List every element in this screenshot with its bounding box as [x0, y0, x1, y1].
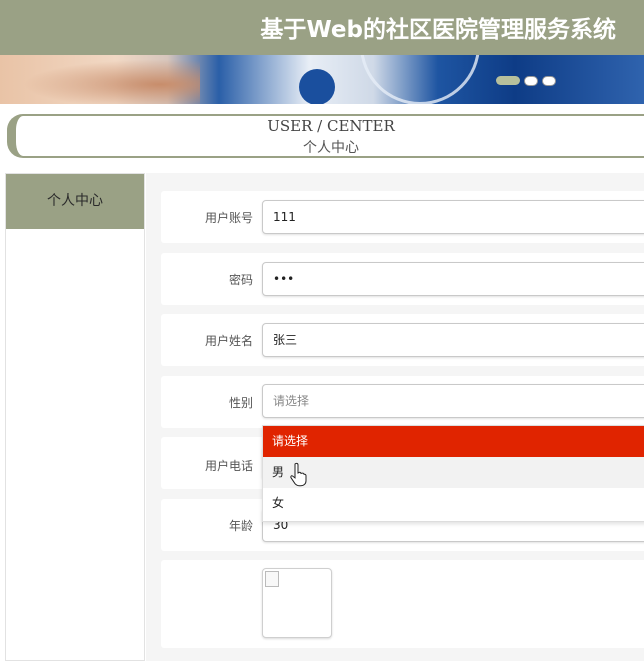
hand-cursor-icon [290, 462, 307, 487]
field-label: 用户账号 [204, 211, 253, 225]
sidebar-item-user-center[interactable]: 个人中心 [6, 174, 144, 229]
sidebar: 个人中心 [5, 173, 145, 661]
form-row-account: 用户账号 111 [161, 191, 644, 243]
gender-option[interactable]: 女 [263, 488, 644, 519]
section-title-cn: 个人中心 [303, 140, 359, 156]
field-label: 年龄 [228, 519, 253, 533]
app-header: 基于Web的社区医院管理服务系统 [0, 0, 644, 55]
form-row-password: 密码 ••• [161, 253, 644, 305]
account-input[interactable]: 111 [262, 200, 644, 234]
carousel-indicator[interactable] [524, 76, 538, 86]
section-title-en: USER / CENTER [267, 117, 395, 135]
field-label: 性别 [228, 396, 253, 410]
gender-option[interactable]: 请选择 [263, 426, 644, 457]
field-label: 密码 [228, 273, 253, 287]
gender-select[interactable]: 请选择 [262, 384, 644, 418]
form-row-name: 用户姓名 张三 [161, 314, 644, 366]
form-row-avatar [161, 560, 644, 648]
form-row-gender: 性别 请选择 [161, 376, 644, 428]
broken-image-icon [265, 571, 279, 587]
password-input[interactable]: ••• [262, 262, 644, 296]
carousel-indicator-active[interactable] [496, 76, 520, 85]
gender-dropdown: 请选择 男 女 [262, 425, 644, 522]
app-title: 基于Web的社区医院管理服务系统 [260, 17, 616, 43]
avatar-upload[interactable] [262, 568, 332, 638]
name-input[interactable]: 张三 [262, 323, 644, 357]
banner-decor-circle [299, 69, 335, 104]
field-label: 用户姓名 [204, 334, 253, 348]
carousel-indicators [496, 76, 556, 88]
banner-carousel [0, 55, 644, 104]
field-label: 用户电话 [204, 459, 253, 473]
carousel-indicator[interactable] [542, 76, 556, 86]
banner-hand-image [0, 55, 200, 104]
section-title-bar: USER / CENTER 个人中心 [7, 114, 644, 158]
banner-decor-arc [360, 55, 480, 104]
profile-form: 用户账号 111 密码 ••• 用户姓名 张三 性别 请选择 用户电话 年龄 3… [146, 173, 644, 661]
gender-option[interactable]: 男 [263, 457, 644, 488]
